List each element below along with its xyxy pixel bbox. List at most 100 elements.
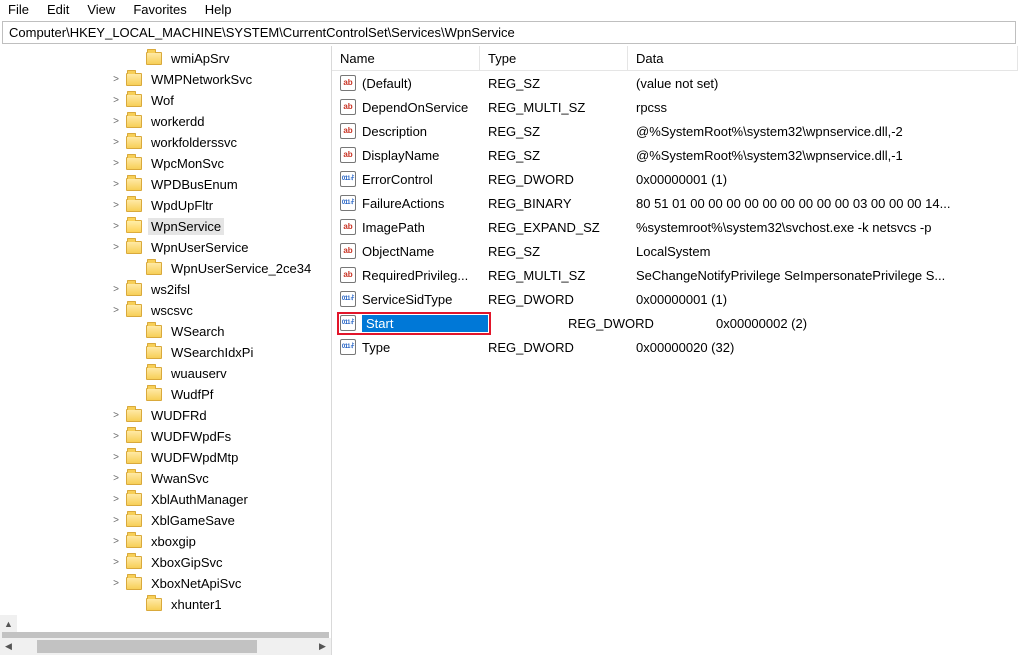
tree-item-wpcmonsvc[interactable]: >WpcMonSvc [0, 153, 331, 174]
folder-icon [126, 178, 142, 191]
folder-icon [146, 262, 162, 275]
expander-icon[interactable]: > [110, 473, 122, 485]
value-data: @%SystemRoot%\system32\wpnservice.dll,-1 [636, 148, 1018, 163]
tree-item-wudfwpdmtp[interactable]: >WUDFWpdMtp [0, 447, 331, 468]
column-header-data[interactable]: Data [628, 46, 1018, 70]
tree-item-wpnuserservice[interactable]: >WpnUserService [0, 237, 331, 258]
scroll-right-arrow-icon[interactable]: ▶ [314, 638, 331, 655]
expander-icon[interactable]: > [110, 242, 122, 254]
value-row-objectname[interactable]: ObjectNameREG_SZLocalSystem [332, 239, 1018, 263]
tree-item-label: WpnUserService_2ce34 [168, 260, 314, 277]
folder-icon [126, 430, 142, 443]
tree-item-workfolderssvc[interactable]: >workfolderssvc [0, 132, 331, 153]
value-row-dependonservice[interactable]: DependOnServiceREG_MULTI_SZrpcss [332, 95, 1018, 119]
folder-icon [126, 73, 142, 86]
tree-item-xboxnetapisvc[interactable]: > XboxNetApiSvc [0, 573, 331, 594]
expander-icon[interactable]: > [110, 284, 122, 296]
folder-icon [126, 157, 142, 170]
folder-icon [126, 556, 142, 569]
expander-icon[interactable]: > [110, 452, 122, 464]
tree-item-label: WUDFRd [148, 407, 210, 424]
tree-item-wsearchidxpi[interactable]: WSearchIdxPi [0, 342, 331, 363]
tree-item-wpdupfltr[interactable]: >WpdUpFltr [0, 195, 331, 216]
scroll-left-arrow-icon[interactable]: ◀ [0, 638, 17, 655]
expander-icon[interactable]: > [110, 221, 122, 233]
expander-icon[interactable]: > [110, 431, 122, 443]
tree-item-xboxgip[interactable]: >xboxgip [0, 531, 331, 552]
tree-horizontal-scrollbar[interactable]: ◀ ▶ [0, 638, 331, 655]
tree-item-wpnuserservice_2ce34[interactable]: WpnUserService_2ce34 [0, 258, 331, 279]
expander-icon[interactable]: > [110, 515, 122, 527]
value-row-start[interactable]: StartREG_DWORD0x00000002 (2) [332, 311, 1018, 335]
column-header-type[interactable]: Type [480, 46, 628, 70]
address-bar[interactable]: Computer\HKEY_LOCAL_MACHINE\SYSTEM\Curre… [2, 21, 1016, 44]
value-row-displayname[interactable]: DisplayNameREG_SZ@%SystemRoot%\system32\… [332, 143, 1018, 167]
value-data: (value not set) [636, 76, 1018, 91]
value-row-errorcontrol[interactable]: ErrorControlREG_DWORD0x00000001 (1) [332, 167, 1018, 191]
tree-item-wmiapsrv[interactable]: wmiApSrv [0, 48, 331, 69]
menu-view[interactable]: View [87, 2, 115, 17]
tree-item-wscsvc[interactable]: >wscsvc [0, 300, 331, 321]
tree-item-ws2ifsl[interactable]: >ws2ifsl [0, 279, 331, 300]
expander-icon[interactable]: > [110, 578, 122, 590]
expander-icon[interactable]: > [110, 179, 122, 191]
expander-icon[interactable]: > [110, 158, 122, 170]
scroll-thumb[interactable] [37, 640, 257, 653]
value-name: ObjectName [362, 244, 488, 259]
value-row-imagepath[interactable]: ImagePathREG_EXPAND_SZ%systemroot%\syste… [332, 215, 1018, 239]
expander-icon[interactable]: > [110, 305, 122, 317]
tree-item-wwansvc[interactable]: > WwanSvc [0, 468, 331, 489]
tree-item-wmpnetworksvc[interactable]: >WMPNetworkSvc [0, 69, 331, 90]
value-type: REG_MULTI_SZ [488, 268, 636, 283]
tree-item-workerdd[interactable]: >workerdd [0, 111, 331, 132]
tree-item-wpnservice[interactable]: >WpnService [0, 216, 331, 237]
menu-file[interactable]: File [8, 2, 29, 17]
tree-item-wof[interactable]: >Wof [0, 90, 331, 111]
folder-icon [126, 304, 142, 317]
tree-item-xblauthmanager[interactable]: > XblAuthManager [0, 489, 331, 510]
tree-item-xboxgipsvc[interactable]: >XboxGipSvc [0, 552, 331, 573]
folder-icon [146, 388, 162, 401]
value-type: REG_DWORD [568, 316, 716, 331]
value-row-requiredprivileg[interactable]: RequiredPrivileg...REG_MULTI_SZSeChangeN… [332, 263, 1018, 287]
menu-edit[interactable]: Edit [47, 2, 69, 17]
value-row-default[interactable]: (Default)REG_SZ(value not set) [332, 71, 1018, 95]
value-row-type[interactable]: TypeREG_DWORD0x00000020 (32) [332, 335, 1018, 359]
scroll-track[interactable] [17, 638, 314, 655]
expander-icon[interactable]: > [110, 200, 122, 212]
menu-help[interactable]: Help [205, 2, 232, 17]
expander-icon[interactable]: > [110, 116, 122, 128]
value-type: REG_SZ [488, 148, 636, 163]
folder-icon [126, 493, 142, 506]
menu-favorites[interactable]: Favorites [133, 2, 186, 17]
expander-icon[interactable]: > [110, 557, 122, 569]
tree-item-wudfwpdfs[interactable]: >WUDFWpdFs [0, 426, 331, 447]
tree-item-xhunter1[interactable]: xhunter1 [0, 594, 331, 615]
tree-item-label: XboxNetApiSvc [148, 575, 244, 592]
expander-icon[interactable]: > [110, 95, 122, 107]
value-data: %systemroot%\system32\svchost.exe -k net… [636, 220, 1018, 235]
expander-icon[interactable]: > [110, 410, 122, 422]
value-row-failureactions[interactable]: FailureActionsREG_BINARY80 51 01 00 00 0… [332, 191, 1018, 215]
tree-vertical-scrollbar[interactable]: ▲ ▼ [0, 615, 331, 638]
tree-item-label: XblAuthManager [148, 491, 251, 508]
value-row-description[interactable]: DescriptionREG_SZ@%SystemRoot%\system32\… [332, 119, 1018, 143]
column-header-name[interactable]: Name [332, 46, 480, 70]
folder-icon [126, 115, 142, 128]
tree-item-wudfpf[interactable]: WudfPf [0, 384, 331, 405]
expander-icon[interactable]: > [110, 137, 122, 149]
expander-icon[interactable]: > [110, 536, 122, 548]
value-type: REG_EXPAND_SZ [488, 220, 636, 235]
tree-item-wsearch[interactable]: WSearch [0, 321, 331, 342]
tree-item-wpdbusenum[interactable]: >WPDBusEnum [0, 174, 331, 195]
tree-item-label: WwanSvc [148, 470, 212, 487]
value-name: FailureActions [362, 196, 488, 211]
tree-item-wuauserv[interactable]: wuauserv [0, 363, 331, 384]
value-type: REG_DWORD [488, 340, 636, 355]
expander-icon[interactable]: > [110, 494, 122, 506]
tree-item-wudfrd[interactable]: > WUDFRd [0, 405, 331, 426]
value-row-servicesidtype[interactable]: ServiceSidTypeREG_DWORD0x00000001 (1) [332, 287, 1018, 311]
tree-item-xblgamesave[interactable]: >XblGameSave [0, 510, 331, 531]
scroll-up-arrow-icon[interactable]: ▲ [0, 615, 17, 632]
expander-icon[interactable]: > [110, 74, 122, 86]
